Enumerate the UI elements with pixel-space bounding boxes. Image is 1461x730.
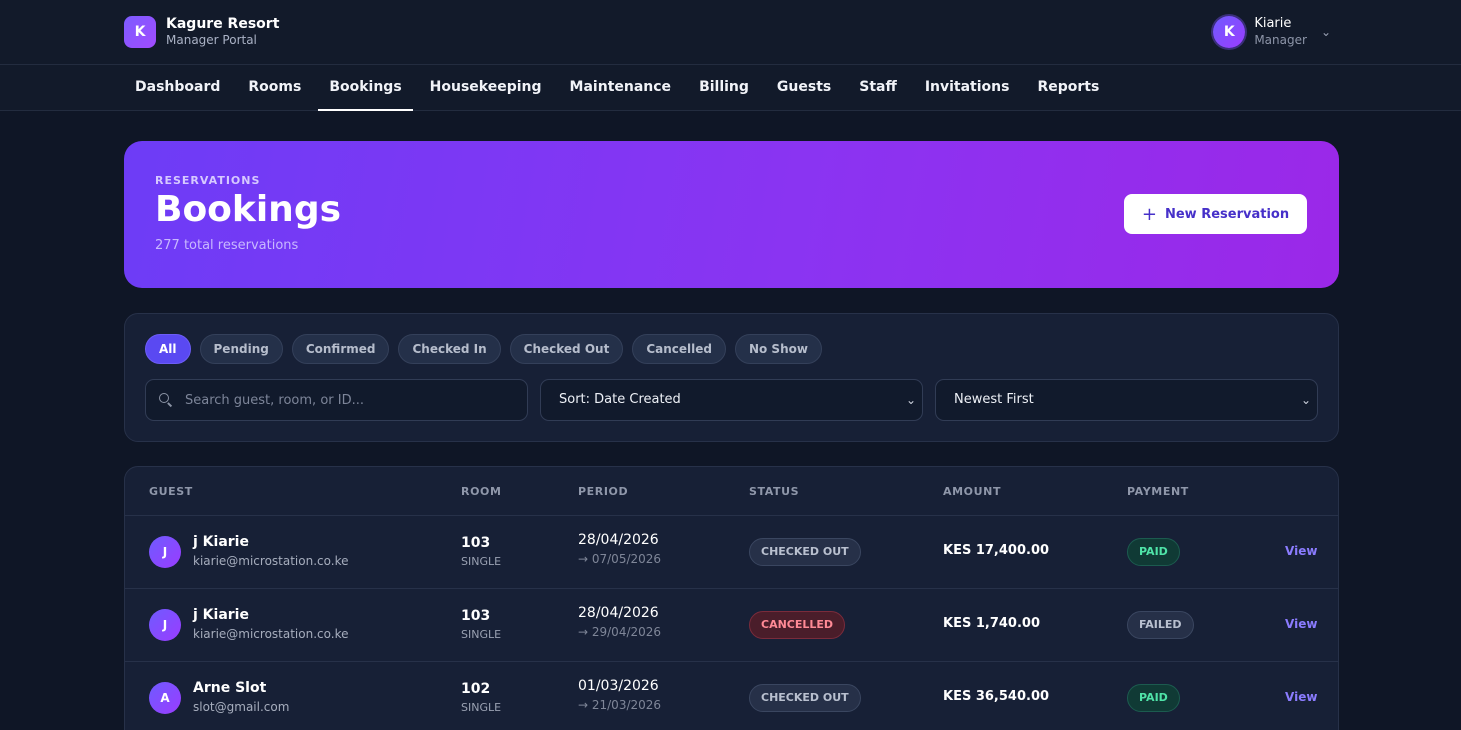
column-header-status: STATUS <box>749 485 800 498</box>
tab-maintenance[interactable]: Maintenance <box>559 65 683 111</box>
table-row[interactable]: A Arne Slot slot@gmail.com 102 SINGLE 01… <box>125 662 1338 730</box>
search-icon <box>159 393 173 407</box>
period-start: 28/04/2026 <box>578 605 659 621</box>
avatar: J <box>149 536 181 568</box>
filter-chip-pending[interactable]: Pending <box>199 334 283 364</box>
status-badge: CHECKED OUT <box>749 684 861 712</box>
brand[interactable]: K Kagure Resort Manager Portal <box>124 16 279 48</box>
period-start: 28/04/2026 <box>578 532 659 548</box>
filter-chip-no-show[interactable]: No Show <box>734 334 822 364</box>
view-link[interactable]: View <box>1285 544 1317 558</box>
guest-email: slot@gmail.com <box>193 700 290 714</box>
tab-housekeeping[interactable]: Housekeeping <box>419 65 553 111</box>
payment-badge: PAID <box>1127 538 1180 566</box>
guest-email: kiarie@microstation.co.ke <box>193 627 349 641</box>
booking-amount: KES 1,740.00 <box>943 616 1040 631</box>
guest-name: j Kiarie <box>193 607 249 623</box>
period-end: → 21/03/2026 <box>578 698 662 712</box>
room-type: SINGLE <box>461 701 502 714</box>
page-eyebrow: RESERVATIONS <box>155 174 261 187</box>
room-number: 103 <box>461 608 491 624</box>
tab-rooms[interactable]: Rooms <box>237 65 312 111</box>
avatar: A <box>149 682 181 714</box>
page-header-banner: RESERVATIONS Bookings 277 total reservat… <box>124 141 1339 288</box>
status-badge: CHECKED OUT <box>749 538 861 566</box>
column-header-period: PERIOD <box>578 485 629 498</box>
search-input[interactable] <box>185 392 515 408</box>
period-start: 01/03/2026 <box>578 678 659 694</box>
chevron-down-icon[interactable]: ⌄ <box>1321 25 1331 39</box>
status-badge: CANCELLED <box>749 611 846 639</box>
payment-badge: PAID <box>1127 684 1180 712</box>
column-header-room: ROOM <box>461 485 502 498</box>
brand-name: Kagure Resort <box>166 16 280 32</box>
guest-name: j Kiarie <box>193 534 249 550</box>
order-select-value: Newest First <box>954 392 1034 407</box>
guest-name: Arne Slot <box>193 680 267 696</box>
tab-staff[interactable]: Staff <box>848 65 908 111</box>
search-box[interactable] <box>145 379 528 421</box>
top-bar: K Kagure Resort Manager Portal K Kiarie … <box>0 0 1461 65</box>
column-header-amount: AMOUNT <box>943 485 1002 498</box>
brand-logo: K <box>124 16 156 48</box>
plus-icon: + <box>1141 203 1157 225</box>
bookings-table: GUEST ROOM PERIOD STATUS AMOUNT PAYMENT … <box>124 466 1339 730</box>
guest-email: kiarie@microstation.co.ke <box>193 554 349 568</box>
table-header: GUEST ROOM PERIOD STATUS AMOUNT PAYMENT <box>125 467 1338 516</box>
table-row[interactable]: J j Kiarie kiarie@microstation.co.ke 103… <box>125 589 1338 662</box>
tab-dashboard[interactable]: Dashboard <box>124 65 231 111</box>
tab-invitations[interactable]: Invitations <box>914 65 1021 111</box>
user-role: Manager <box>1254 33 1307 47</box>
order-select[interactable]: Newest First ⌄ <box>935 379 1318 421</box>
filter-panel: All Pending Confirmed Checked In Checked… <box>124 313 1339 442</box>
view-link[interactable]: View <box>1285 690 1317 704</box>
filter-chip-checked-in[interactable]: Checked In <box>398 334 501 364</box>
period-end: → 29/04/2026 <box>578 625 662 639</box>
room-number: 102 <box>461 681 491 697</box>
brand-subtitle: Manager Portal <box>166 33 257 47</box>
room-type: SINGLE <box>461 555 502 568</box>
user-menu[interactable]: K Kiarie Manager ⌄ <box>1213 16 1331 48</box>
filter-chip-cancelled[interactable]: Cancelled <box>632 334 726 364</box>
chevron-down-icon: ⌄ <box>905 393 916 407</box>
room-number: 103 <box>461 535 491 551</box>
new-reservation-label: New Reservation <box>1164 206 1290 222</box>
booking-amount: KES 36,540.00 <box>943 689 1050 704</box>
status-filter-chips: All Pending Confirmed Checked In Checked… <box>145 334 831 364</box>
filter-chip-all[interactable]: All <box>145 334 191 364</box>
tab-reports[interactable]: Reports <box>1026 65 1110 111</box>
sort-select-value: Sort: Date Created <box>559 392 681 407</box>
period-end: → 07/05/2026 <box>578 552 662 566</box>
tab-bookings[interactable]: Bookings <box>318 65 414 111</box>
new-reservation-button[interactable]: + New Reservation <box>1124 194 1307 234</box>
user-name: Kiarie <box>1254 16 1292 31</box>
table-row[interactable]: J j Kiarie kiarie@microstation.co.ke 103… <box>125 516 1338 589</box>
view-link[interactable]: View <box>1285 617 1317 631</box>
booking-amount: KES 17,400.00 <box>943 543 1050 558</box>
main-nav: Dashboard Rooms Bookings Housekeeping Ma… <box>0 65 1461 111</box>
column-header-guest: GUEST <box>149 485 193 498</box>
filter-chip-confirmed[interactable]: Confirmed <box>291 334 390 364</box>
page-title: Bookings <box>155 189 342 230</box>
tab-billing[interactable]: Billing <box>688 65 760 111</box>
avatar: K <box>1213 16 1246 48</box>
sort-select[interactable]: Sort: Date Created ⌄ <box>540 379 923 421</box>
room-type: SINGLE <box>461 628 502 641</box>
payment-badge: FAILED <box>1127 611 1194 639</box>
reservation-count: 277 total reservations <box>155 238 299 253</box>
avatar: J <box>149 609 181 641</box>
column-header-payment: PAYMENT <box>1127 485 1189 498</box>
chevron-down-icon: ⌄ <box>1300 393 1311 407</box>
filter-chip-checked-out[interactable]: Checked Out <box>509 334 624 364</box>
tab-guests[interactable]: Guests <box>766 65 842 111</box>
